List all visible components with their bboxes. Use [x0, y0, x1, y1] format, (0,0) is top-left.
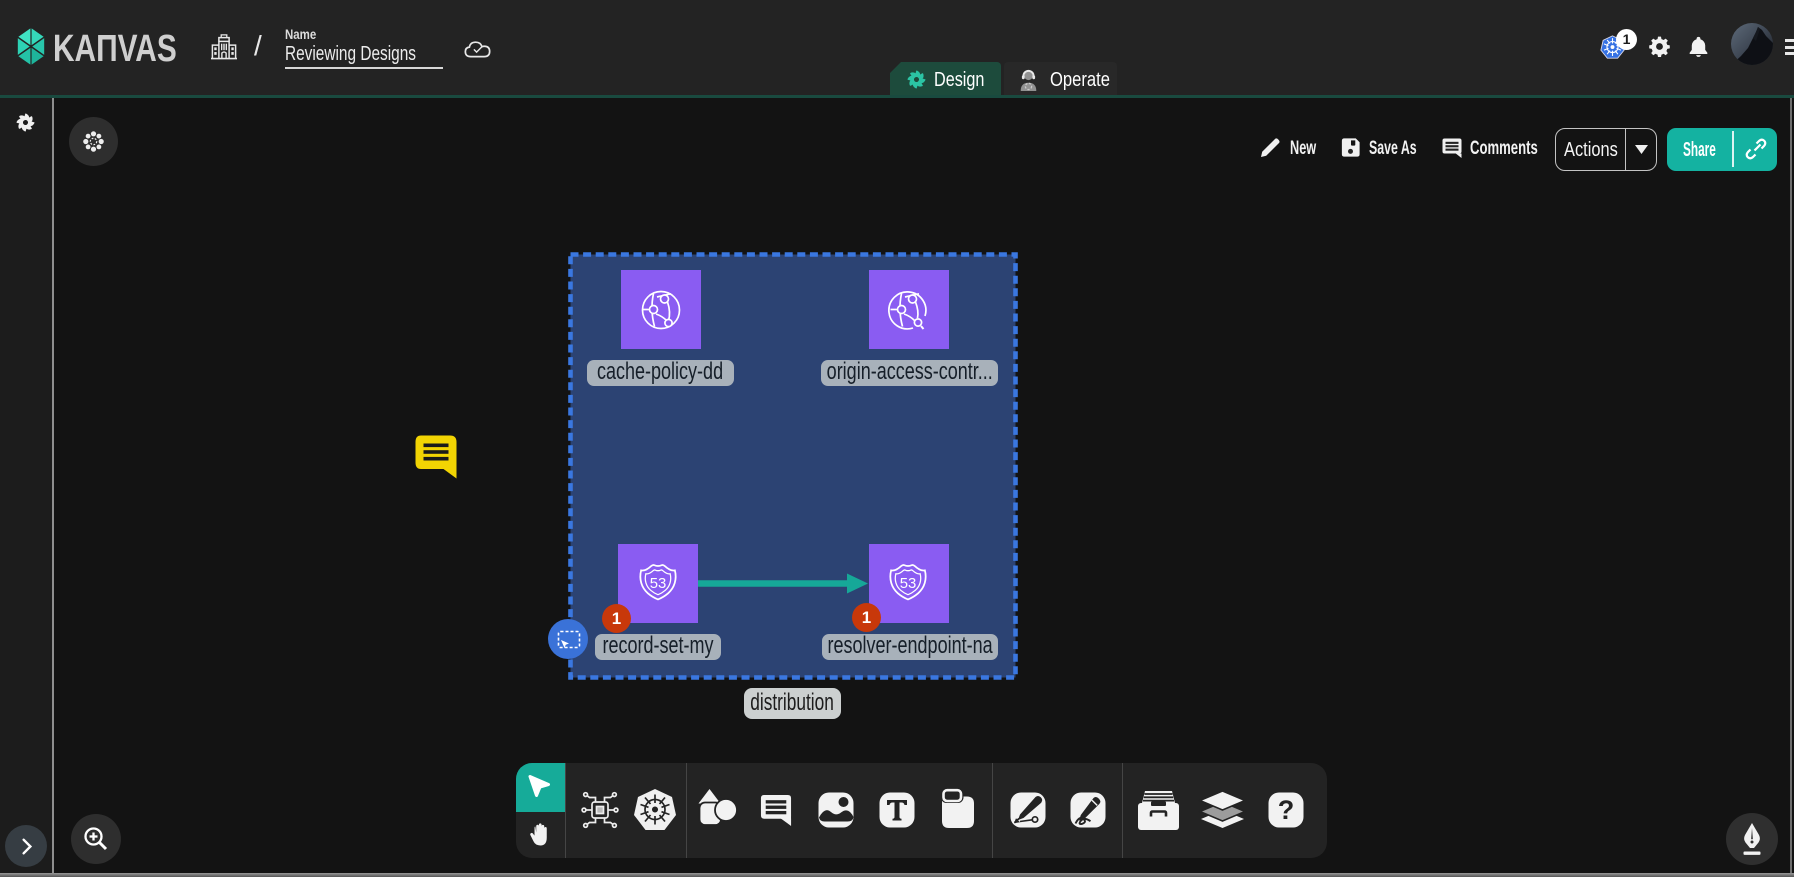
svg-text:53: 53: [900, 576, 917, 592]
svg-text:53: 53: [650, 576, 667, 592]
svg-text:?: ?: [1278, 795, 1295, 825]
